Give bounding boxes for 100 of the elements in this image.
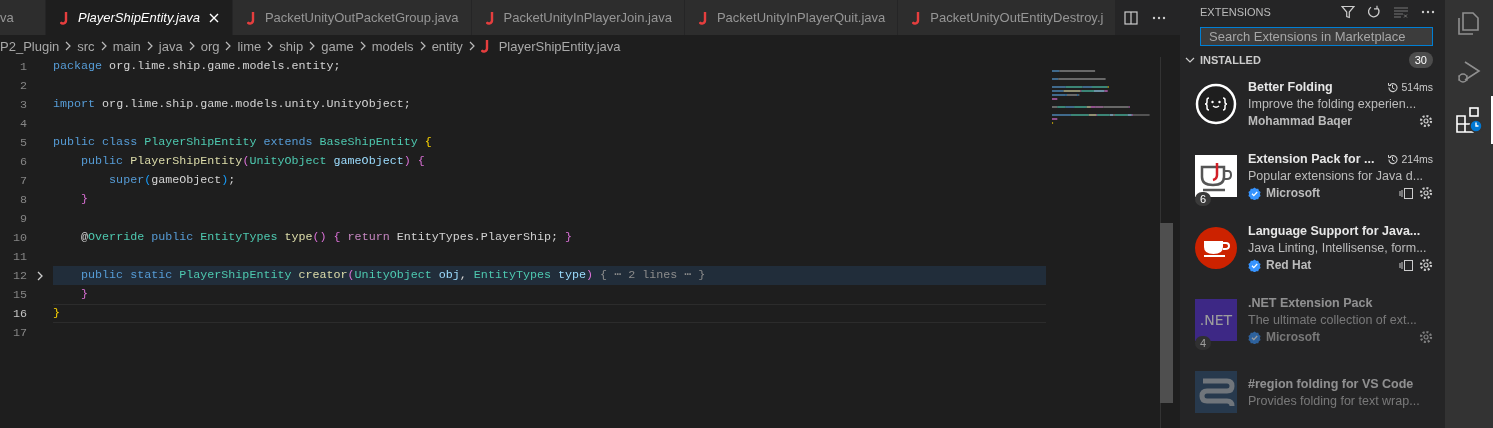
- extension-name: Extension Pack for ...: [1248, 152, 1376, 166]
- chevron-icon: [145, 41, 154, 51]
- editor-tab[interactable]: PacketUnityOutEntityDestroy.j: [898, 0, 1117, 35]
- chevron-icon: [308, 41, 317, 51]
- code-line: import org.lime.ship.game.models.unity.UnityObject;: [53, 96, 412, 113]
- java-icon: [480, 39, 491, 53]
- code-line: }: [53, 304, 1046, 323]
- editor-tab[interactable]: PacketUnityInPlayerQuit.java: [684, 0, 899, 35]
- chevron-icon: [64, 41, 73, 51]
- filter-icon: [1341, 5, 1355, 20]
- cup-logo: [1195, 227, 1237, 269]
- clear-icon: [1393, 5, 1409, 20]
- extension-description: Java Linting, Intellisense, form...: [1248, 241, 1428, 255]
- line-number: 7: [19, 173, 27, 188]
- scrollbar-thumb[interactable]: [1160, 223, 1173, 403]
- breadcrumb-item[interactable]: src: [77, 38, 95, 54]
- extension-item[interactable]: Better Folding 514ms Improve the folding experien... Mohammad Baqer: [1180, 68, 1445, 140]
- line-number: 12: [11, 268, 27, 283]
- code-line: super(gameObject);: [108, 172, 237, 189]
- line-number: 8: [19, 192, 27, 207]
- line-number: 3: [19, 97, 27, 112]
- chevron-icon: [99, 41, 108, 51]
- activation-time: 514ms: [1401, 81, 1433, 93]
- java-icon: [698, 10, 709, 25]
- breadcrumb-item[interactable]: entity: [431, 38, 463, 54]
- line-number: 10: [11, 230, 27, 245]
- panel-title: EXTENSIONS: [1200, 6, 1272, 19]
- code-line: }: [80, 286, 90, 303]
- extension-logo: [1195, 371, 1237, 413]
- code-line: package org.lime.ship.game.models.entity;: [53, 58, 342, 75]
- publisher-name: Red Hat: [1266, 258, 1313, 272]
- editor-tab[interactable]: va: [0, 0, 46, 35]
- extension-item[interactable]: 6 Extension Pack for ... 214ms Popular extensions for Java d... Microsoft: [1180, 140, 1445, 212]
- publisher-name: Microsoft: [1266, 186, 1321, 200]
- extension-logo: [1195, 83, 1237, 125]
- breadcrumb-item[interactable]: lime: [237, 38, 262, 54]
- fold-chevron-icon[interactable]: [36, 270, 44, 281]
- run-debug-icon[interactable]: [1455, 58, 1483, 86]
- editor-tab[interactable]: PacketUnityOutPacketGroup.java: [232, 0, 472, 35]
- breadcrumb-item[interactable]: java: [158, 38, 183, 54]
- history-icon: [1387, 153, 1399, 165]
- count-badge: 6: [1195, 192, 1212, 206]
- split-editor-icon: [1124, 10, 1139, 25]
- line-number: 16: [11, 306, 27, 321]
- code-line: public class PlayerShipEntity extends BaseShipEntity {: [53, 134, 433, 151]
- publisher-name: Microsoft: [1266, 330, 1321, 344]
- extension-item[interactable]: Language Support for Java... Java Linting, Intellisense, form... Red Hat: [1180, 212, 1445, 284]
- extension-name: Better Folding: [1248, 80, 1334, 94]
- extension-name: #region folding for VS Code: [1248, 376, 1415, 391]
- refresh-icon: [1367, 5, 1381, 20]
- extension-description: Provides folding for text wrap...: [1248, 393, 1421, 408]
- breadcrumb-item[interactable]: models: [371, 38, 414, 54]
- extension-name: Language Support for Java...: [1248, 224, 1422, 238]
- chevron-icon: [187, 41, 196, 51]
- close-icon: [207, 11, 220, 24]
- code-line: public PlayerShipEntity(UnityObject gameObject) {: [80, 153, 426, 170]
- chevron-icon: [467, 41, 476, 51]
- editor-tab[interactable]: PacketUnityInPlayerJoin.java: [471, 0, 685, 35]
- line-number: 11: [11, 249, 27, 264]
- breadcrumb-item[interactable]: P2_Plugin: [0, 38, 60, 54]
- line-number: 5: [19, 135, 27, 150]
- breadcrumb-item[interactable]: main: [112, 38, 141, 54]
- extension-description: Popular extensions for Java d...: [1248, 169, 1425, 183]
- line-number: 1: [19, 59, 27, 74]
- code-line: }: [80, 191, 90, 208]
- settings-icon: [1419, 186, 1433, 200]
- java-icon: [60, 10, 70, 25]
- chevron-icon: [418, 41, 427, 51]
- line-number: 15: [11, 287, 27, 302]
- extensions-icon[interactable]: [1455, 106, 1483, 134]
- extension-description: The ultimate collection of ext...: [1248, 313, 1418, 327]
- java-icon: [485, 10, 496, 25]
- line-number: 17: [11, 325, 27, 340]
- search-field[interactable]: Search Extensions in Marketplace: [1200, 27, 1433, 46]
- count-badge: 4: [1195, 336, 1212, 350]
- history-icon: [1387, 81, 1399, 93]
- publisher-name: Mohammad Baqer: [1248, 114, 1354, 128]
- code-line: @Override public EntityTypes type() { return EntityTypes.PlayerShip; }: [80, 229, 574, 246]
- extension-description: Improve the folding experien...: [1248, 97, 1418, 111]
- breadcrumb-item[interactable]: game: [321, 38, 354, 54]
- chevron-icon: [358, 41, 367, 51]
- cup-logo: [1195, 155, 1237, 197]
- section-title[interactable]: INSTALLED: [1200, 54, 1405, 66]
- breadcrumb-item[interactable]: ship: [279, 38, 304, 54]
- line-number: 6: [19, 154, 27, 169]
- activation-time: 214ms: [1401, 153, 1433, 165]
- chevron-icon: [224, 41, 233, 51]
- breadcrumb-item[interactable]: org: [200, 38, 220, 54]
- settings-icon: [1419, 114, 1433, 128]
- editor-tab[interactable]: PlayerShipEntity.java: [46, 0, 233, 35]
- settings-icon: [1419, 258, 1433, 272]
- settings-icon: [1419, 330, 1433, 344]
- line-number: 2: [19, 78, 27, 93]
- count-badge: 30: [1408, 52, 1433, 68]
- breadcrumb-item[interactable]: PlayerShipEntity.java: [480, 38, 621, 54]
- chevron-icon: [266, 41, 275, 51]
- java-icon: [246, 10, 257, 25]
- line-number: 4: [19, 116, 27, 131]
- extension-name: .NET Extension Pack: [1248, 296, 1374, 310]
- line-number: 9: [19, 211, 27, 226]
